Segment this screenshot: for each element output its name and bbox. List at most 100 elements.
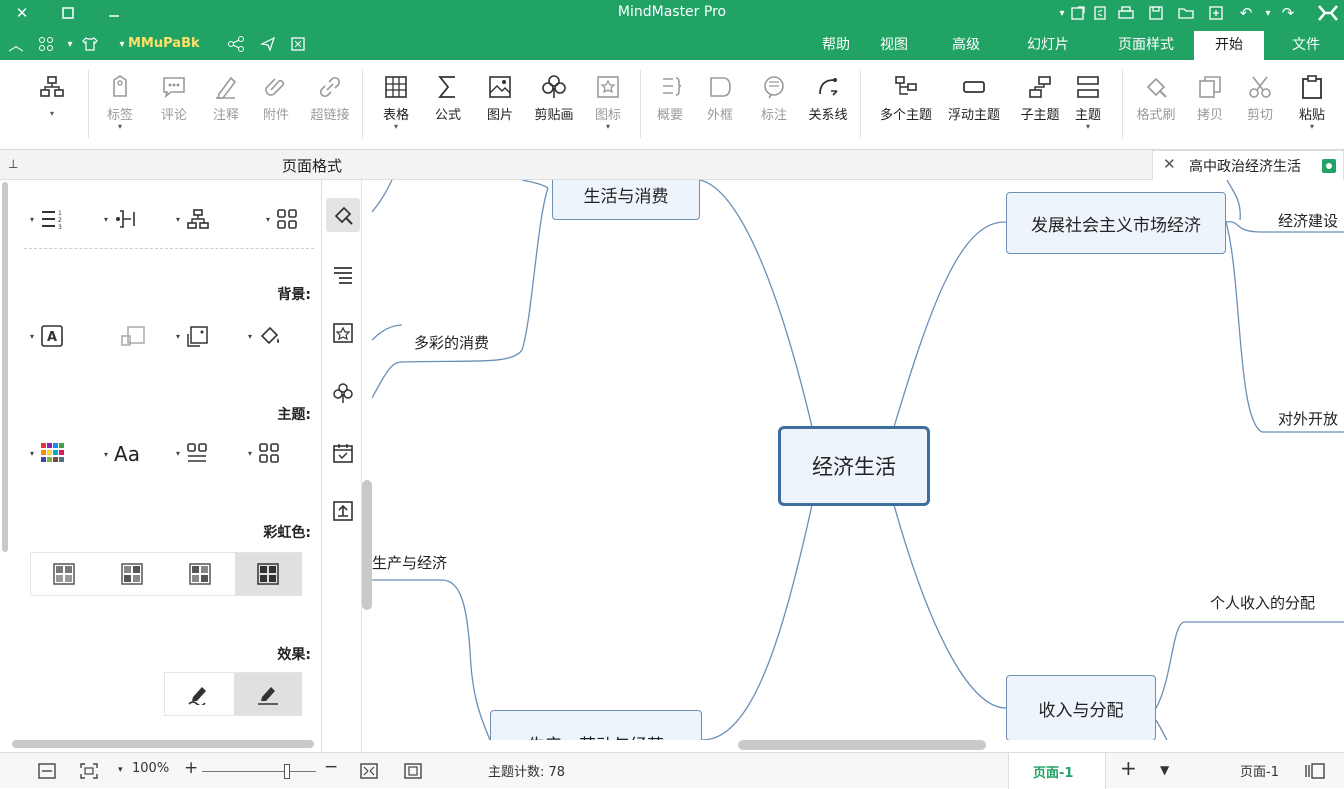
print-icon[interactable] [1116,3,1136,23]
callout-button[interactable]: 标注 [746,70,802,123]
tab-page-style[interactable]: 页面样式 [1100,31,1192,60]
topic-node-bottom-right[interactable]: 收入与分配 [1006,675,1156,740]
collapse-ribbon-icon[interactable]: ︿ [6,34,26,54]
structure-option[interactable]: ▾ [176,208,210,230]
add-page-icon[interactable]: + [1120,756,1137,780]
zoom-dropdown-icon[interactable]: ▾ [118,765,123,775]
page-layout-icon[interactable] [1304,763,1326,779]
canvas-horizontal-scrollbar-thumb[interactable] [738,740,986,750]
icon-button[interactable]: 图标 ▾ [580,70,636,131]
comment-button[interactable]: 评论 [146,70,202,123]
panel-horizontal-scrollbar[interactable] [12,740,314,748]
save-icon[interactable] [1146,3,1166,23]
tab-slideshow[interactable]: 幻灯片 [1010,31,1086,60]
zoom-out-icon[interactable]: − [324,757,338,777]
format-brush-tool-icon[interactable] [326,198,360,232]
connect-icon[interactable] [226,34,246,54]
copy-button[interactable]: 拷贝 [1182,70,1238,123]
task-calendar-tool-icon[interactable] [326,436,360,470]
multiple-topics-button[interactable]: 多个主题 [874,70,938,123]
fit-page-icon[interactable] [80,763,98,779]
zoom-level[interactable]: 100% [132,761,169,776]
leaf-economic-construction[interactable]: 经济建设 [1278,210,1338,231]
redo-icon[interactable]: ↷ [1278,3,1298,23]
leaf-diverse-consumption[interactable]: 多彩的消费 [414,332,489,353]
theme-style-option[interactable]: ▾ [176,442,208,464]
presentation-mode-icon[interactable] [404,763,422,779]
background-fill-option[interactable]: ▾ [248,324,282,348]
watermark-option[interactable]: ▾ A [30,324,64,348]
fullscreen-icon[interactable] [288,34,308,54]
background-image-option[interactable]: ▾ [176,324,210,348]
page-label[interactable]: 页面-1 [1240,761,1279,780]
user-label[interactable]: MMuPaBk [128,36,200,51]
export-tool-icon[interactable] [326,494,360,528]
export-icon[interactable] [1068,3,1088,23]
paste-button[interactable]: 粘贴 ▾ [1284,70,1340,131]
canvas-vertical-scrollbar[interactable] [362,480,372,610]
theme-shirt-icon[interactable] [80,34,100,54]
relationship-button[interactable]: 关系线 [800,70,856,123]
theme-layout-option[interactable]: ▾ [248,442,280,464]
apps-dropdown-icon[interactable]: ▾ [60,34,80,54]
tab-view[interactable]: 视图 [866,31,922,60]
new-file-icon[interactable] [1206,3,1226,23]
pin-icon[interactable]: ⊥ [8,157,18,171]
zoom-slider-thumb[interactable] [284,764,290,779]
topic-node-bottom-left[interactable]: 生产、劳动与经营 [490,710,702,740]
theme-color-option[interactable]: ▾ [30,442,66,464]
floating-topic-button[interactable]: 浮动主题 [944,70,1004,123]
central-topic-node[interactable]: 经济生活 [778,426,930,506]
tag-button[interactable]: 标签 ▾ [92,70,148,131]
table-button[interactable]: 表格 ▾ [368,70,424,131]
hyperlink-button[interactable]: 超链接 [302,70,358,123]
tab-help[interactable]: 帮助 [808,31,864,60]
share-icon[interactable] [1090,3,1110,23]
note-button[interactable]: 注释 [198,70,254,123]
zoom-in-icon[interactable]: + [184,758,198,778]
page-list-dropdown-icon[interactable]: ▼ [1160,763,1169,777]
effect-plain-option[interactable] [234,673,302,715]
rainbow-option-2[interactable] [167,553,234,595]
icon-library-tool-icon[interactable] [326,316,360,350]
send-icon[interactable] [258,34,278,54]
rainbow-option-3[interactable] [99,553,166,595]
fit-width-icon[interactable] [38,763,56,779]
numbering-option[interactable]: ▾ 123 [30,208,64,230]
effect-hand-drawn-option[interactable] [165,673,233,715]
connector-style-option[interactable]: ▾ [104,208,140,230]
leaf-opening-up[interactable]: 对外开放 [1278,408,1338,429]
formula-button[interactable]: 公式 [420,70,476,123]
clipart-button[interactable]: 剪贴画 [526,70,582,123]
leaf-personal-income[interactable]: 个人收入的分配 [1210,592,1315,613]
open-folder-icon[interactable] [1176,3,1196,23]
page-tab-active[interactable]: 页面-1 [1008,753,1106,789]
close-tab-icon[interactable]: ✕ [1163,155,1176,173]
document-tab[interactable]: ✕ 高中政治经济生活 [1152,150,1344,180]
cut-button[interactable]: 剪切 [1232,70,1288,123]
zoom-slider-track[interactable] [202,771,316,772]
attachment-button[interactable]: 附件 [248,70,304,123]
summary-button[interactable]: 概要 [642,70,698,123]
undo-icon[interactable]: ↶ [1236,3,1256,23]
tab-file[interactable]: 文件 [1276,31,1336,60]
image-button[interactable]: 图片 [472,70,528,123]
layout-grid-option[interactable]: ▾ [266,208,298,230]
rainbow-option-1[interactable] [235,553,302,595]
remove-background-option[interactable] [120,324,148,348]
topic-button[interactable]: 主题 ▾ [1060,70,1116,131]
tab-advanced[interactable]: 高级 [938,31,994,60]
layout-button[interactable]: ▾ [24,70,80,118]
topic-node-top-right[interactable]: 发展社会主义市场经济 [1006,192,1226,254]
apps-icon[interactable] [36,34,56,54]
topic-node-top-left[interactable]: 生活与消费 [552,180,700,220]
outline-tool-icon[interactable] [326,258,360,292]
theme-font-option[interactable]: ▾ Aa [104,442,140,466]
rainbow-option-4[interactable] [31,553,98,595]
format-painter-button[interactable]: 格式刷 [1128,70,1184,123]
fullscreen-mode-icon[interactable] [360,763,378,779]
clipart-tool-icon[interactable] [326,376,360,410]
panel-scrollbar[interactable] [2,182,8,552]
boundary-button[interactable]: 外框 [692,70,748,123]
tab-home[interactable]: 开始 [1194,31,1264,60]
